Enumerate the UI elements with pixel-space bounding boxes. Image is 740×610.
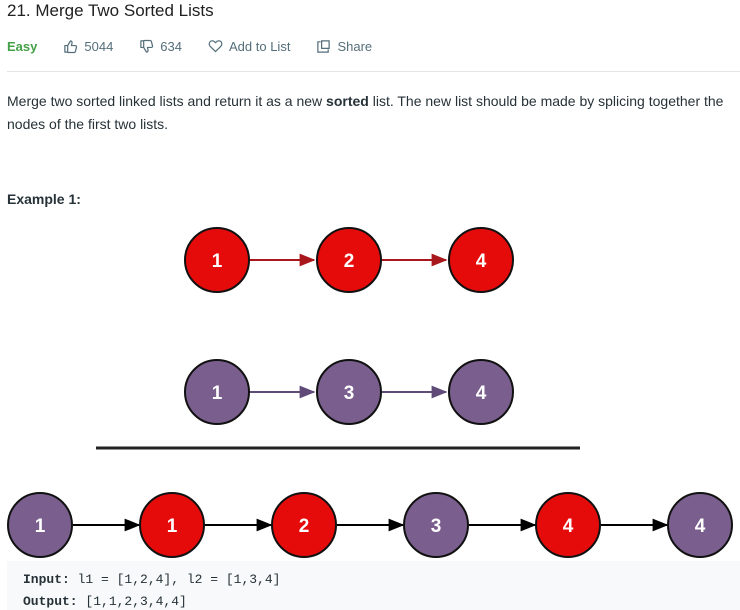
- svg-text:2: 2: [344, 251, 355, 272]
- list2-node-3: 4: [448, 359, 514, 425]
- svg-text:1: 1: [35, 516, 46, 537]
- svg-text:1: 1: [212, 383, 223, 404]
- like-button[interactable]: 5044: [63, 39, 113, 54]
- thumbs-down-icon: [140, 39, 154, 53]
- merged-node-1: 1: [7, 492, 73, 558]
- problem-title: 21. Merge Two Sorted Lists: [7, 1, 214, 20]
- svg-text:4: 4: [476, 383, 487, 404]
- input-value: l1 = [1,2,4], l2 = [1,3,4]: [69, 572, 281, 587]
- example-code-block: Input: l1 = [1,2,4], l2 = [1,3,4] Output…: [7, 561, 740, 610]
- header-divider: [7, 71, 740, 72]
- problem-meta-bar: Easy 5044 634 Add to List Share: [7, 36, 398, 56]
- svg-text:1: 1: [212, 251, 223, 272]
- add-to-list-button[interactable]: Add to List: [208, 39, 290, 54]
- merged-node-5: 4: [535, 492, 601, 558]
- example-label: Example 1:: [7, 191, 81, 207]
- share-button[interactable]: Share: [316, 39, 372, 54]
- difficulty-badge: Easy: [7, 38, 38, 54]
- share-icon: [317, 39, 331, 53]
- description-text-1: Merge two sorted linked lists and return…: [7, 93, 327, 109]
- share-label: Share: [337, 38, 373, 54]
- linked-list-diagram: 1 2 4 1 3 4 1 1 2 3 4 4: [7, 227, 733, 558]
- list2-node-2: 3: [316, 359, 382, 425]
- output-value: [1,1,2,3,4,4]: [77, 594, 187, 609]
- merged-node-2: 1: [139, 492, 205, 558]
- list2-node-1: 1: [184, 359, 250, 425]
- svg-text:3: 3: [344, 383, 355, 404]
- merged-node-6: 4: [667, 492, 733, 558]
- input-label: Input:: [23, 572, 70, 587]
- output-label: Output:: [23, 594, 78, 609]
- svg-text:2: 2: [299, 516, 310, 537]
- merged-node-3: 2: [271, 492, 337, 558]
- problem-description: Merge two sorted linked lists and return…: [7, 90, 732, 136]
- list1-node-3: 4: [448, 227, 514, 293]
- thumbs-up-icon: [64, 39, 78, 53]
- heart-icon: [208, 40, 223, 53]
- example-input-line: Input: l1 = [1,2,4], l2 = [1,3,4]: [23, 572, 280, 587]
- svg-text:3: 3: [431, 516, 442, 537]
- svg-text:4: 4: [563, 516, 574, 537]
- svg-text:4: 4: [695, 516, 706, 537]
- like-count: 5044: [84, 38, 114, 54]
- description-bold-word: sorted: [326, 93, 369, 109]
- add-to-list-label: Add to List: [229, 38, 291, 54]
- merged-node-4: 3: [403, 492, 469, 558]
- dislike-button[interactable]: 634: [139, 39, 182, 54]
- dislike-count: 634: [160, 38, 182, 54]
- svg-text:1: 1: [167, 516, 178, 537]
- example-output-line: Output: [1,1,2,3,4,4]: [23, 594, 187, 609]
- list1-node-2: 2: [316, 227, 382, 293]
- svg-text:4: 4: [476, 251, 487, 272]
- list1-node-1: 1: [184, 227, 250, 293]
